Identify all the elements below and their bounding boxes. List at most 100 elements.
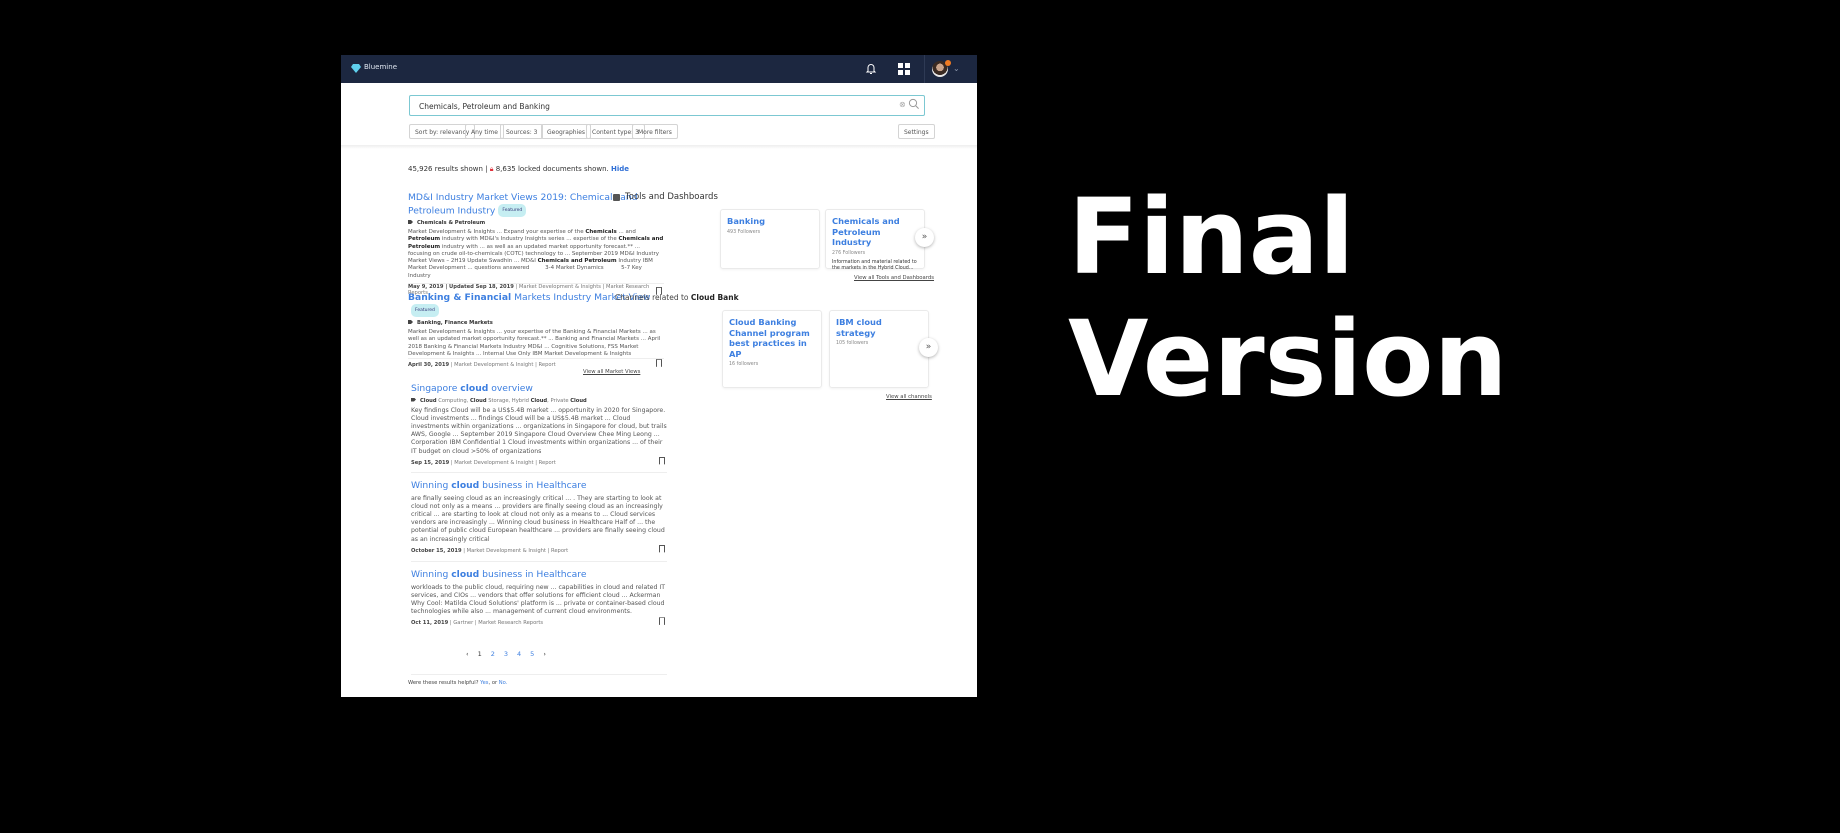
filter-more[interactable]: More filters bbox=[632, 124, 678, 139]
tool-card-banking[interactable]: Banking 493 Followers bbox=[720, 209, 820, 269]
result-item: Banking & Financial Markets Industry Mar… bbox=[408, 292, 664, 368]
page-1[interactable]: 1 bbox=[478, 650, 482, 658]
tag-text: Chemicals & Petroleum bbox=[417, 220, 486, 226]
text-segment: Chemicals bbox=[585, 229, 617, 235]
feedback-yes-link[interactable]: Yes bbox=[480, 680, 488, 686]
page-4[interactable]: 4 bbox=[517, 650, 521, 658]
caption-line: Version bbox=[1068, 298, 1508, 420]
lock-icon: 🔒︎ bbox=[489, 165, 494, 173]
view-all-market-views-link[interactable]: View all Market Views bbox=[583, 369, 640, 375]
result-item: Singapore cloud overview Cloud Computing,… bbox=[411, 383, 667, 466]
result-date: Oct 11, 2019 bbox=[411, 620, 449, 627]
settings-button[interactable]: Settings bbox=[898, 124, 935, 139]
card-title[interactable]: IBM cloud strategy bbox=[836, 317, 922, 338]
result-meta: Oct 11, 2019 | Gartner | Market Research… bbox=[411, 620, 667, 626]
result-date: April 30, 2019 bbox=[408, 362, 450, 369]
result-source: | Market Development & Insight | Report bbox=[449, 362, 556, 369]
result-snippet: Key findings Cloud will be a US$5.4B mar… bbox=[411, 407, 667, 456]
prev-page-icon[interactable]: ‹ bbox=[466, 650, 469, 658]
search-input[interactable]: Chemicals, Petroleum and Banking bbox=[409, 95, 925, 116]
card-followers: 493 Followers bbox=[727, 229, 761, 235]
text-segment: Winning bbox=[411, 480, 452, 491]
tools-next-button[interactable]: » bbox=[915, 228, 934, 247]
pagination: ‹ 1 2 3 4 5 › bbox=[466, 650, 546, 658]
result-item: Winning cloud business in Healthcare are … bbox=[411, 480, 667, 554]
view-all-tools-link[interactable]: View all Tools and Dashboards bbox=[854, 275, 934, 281]
text-segment: ... and bbox=[616, 229, 636, 235]
nav-divider bbox=[924, 55, 925, 83]
tag-icon bbox=[408, 220, 413, 224]
tag-text: , Private bbox=[547, 397, 571, 404]
card-followers: 105 followers bbox=[836, 341, 869, 346]
result-snippet: are finally seeing cloud as an increasin… bbox=[411, 495, 667, 544]
text-segment: industry with MD&I's Industry Insights s… bbox=[440, 236, 619, 243]
result-title[interactable]: Winning cloud business in Healthcare bbox=[411, 480, 667, 492]
featured-badge: Featured bbox=[498, 203, 527, 217]
channel-card[interactable]: Cloud Banking Channel program best pract… bbox=[722, 310, 822, 388]
result-title[interactable]: Singapore cloud overview bbox=[411, 383, 667, 395]
divider bbox=[411, 674, 667, 675]
result-meta: April 30, 2019 | Market Development & In… bbox=[408, 362, 664, 368]
app-grid-icon[interactable] bbox=[898, 63, 910, 75]
text-segment: workloads to the public cloud, requiring… bbox=[411, 583, 665, 616]
card-title[interactable]: Banking bbox=[727, 216, 813, 227]
text-segment: Market Development & Insights ... your e… bbox=[408, 329, 661, 357]
divider bbox=[411, 472, 667, 473]
page-2[interactable]: 2 bbox=[491, 650, 495, 658]
notification-dot bbox=[945, 60, 951, 66]
text-segment: cloud bbox=[451, 569, 480, 580]
feedback-no-link[interactable]: No. bbox=[499, 680, 508, 686]
tag-text: Cloud bbox=[530, 397, 548, 404]
result-title[interactable]: Winning cloud business in Healthcare bbox=[411, 569, 667, 581]
tag-text: Banking, Finance Markets bbox=[417, 320, 493, 326]
view-all-channels-link[interactable]: View all channels bbox=[886, 394, 932, 400]
channel-card[interactable]: IBM cloud strategy 105 followers bbox=[829, 310, 929, 388]
channels-next-button[interactable]: » bbox=[919, 338, 938, 357]
card-description: Information and material related to the … bbox=[832, 259, 917, 272]
text-segment: Banking & Financial bbox=[408, 292, 512, 303]
filter-sources[interactable]: Sources: 3 bbox=[500, 124, 544, 139]
channels-heading: Channels related to Cloud Bank bbox=[615, 293, 739, 302]
text-segment: Singapore bbox=[411, 383, 461, 394]
filter-geographies[interactable]: Geographies bbox=[541, 124, 592, 139]
app-window: Bluemine ⌄ Chemicals, Petroleum and Bank… bbox=[341, 55, 977, 697]
text-segment: business in Healthcare bbox=[479, 480, 587, 491]
filter-time[interactable]: Any time bbox=[465, 124, 504, 139]
page-3[interactable]: 3 bbox=[504, 650, 508, 658]
brand-name[interactable]: Bluemine bbox=[364, 63, 397, 71]
card-title[interactable]: Chemicals and Petroleum Industry bbox=[832, 216, 918, 248]
bell-icon[interactable] bbox=[865, 62, 877, 75]
feedback-question: Were these results helpful? bbox=[408, 680, 479, 686]
overlay-caption: Final Version bbox=[1068, 176, 1508, 420]
tag-text: Cloud bbox=[470, 397, 487, 404]
card-title[interactable]: Cloud Banking Channel program best pract… bbox=[729, 317, 815, 359]
result-source: | Market Development & Insight | Report bbox=[449, 459, 556, 466]
result-source: | Market Development & Insight | Report bbox=[461, 547, 569, 554]
search-icon[interactable] bbox=[908, 98, 920, 110]
result-item: MD&I Industry Market Views 2019: Chemica… bbox=[408, 192, 664, 296]
result-tags: Chemicals & Petroleum bbox=[408, 220, 664, 226]
hide-locked-link[interactable]: Hide bbox=[611, 165, 629, 173]
tools-heading-text: Tools and Dashboards bbox=[625, 192, 718, 202]
chevron-down-icon[interactable]: ⌄ bbox=[953, 64, 960, 73]
card-followers: 16 followers bbox=[729, 362, 759, 367]
feedback-prompt: Were these results helpful? Yes, or No. bbox=[408, 680, 507, 686]
text-segment: cloud bbox=[460, 383, 489, 394]
channels-heading-text: Channels related to bbox=[615, 293, 689, 302]
header-divider bbox=[341, 145, 977, 149]
channels-topic: Cloud Bank bbox=[690, 293, 739, 302]
tag-text: Storage, Hybrid bbox=[486, 397, 531, 404]
page-5[interactable]: 5 bbox=[530, 650, 534, 658]
text-segment: Chemicals and Petroleum bbox=[537, 258, 617, 265]
divider bbox=[408, 283, 664, 284]
clear-icon[interactable]: ⊗ bbox=[899, 100, 906, 109]
divider bbox=[411, 561, 667, 562]
tool-card-chemicals[interactable]: Chemicals and Petroleum Industry 276 Fol… bbox=[825, 209, 925, 271]
result-snippet: workloads to the public cloud, requiring… bbox=[411, 584, 667, 617]
results-count: 45,926 results shown | bbox=[408, 165, 488, 173]
next-page-icon[interactable]: › bbox=[543, 650, 546, 658]
feedback-separator: , or bbox=[488, 680, 498, 686]
result-meta: Sep 15, 2019 | Market Development & Insi… bbox=[411, 460, 667, 466]
text-segment: business in Healthcare bbox=[479, 569, 587, 580]
text-segment: Key findings Cloud will be a US$5.4B mar… bbox=[411, 406, 667, 455]
